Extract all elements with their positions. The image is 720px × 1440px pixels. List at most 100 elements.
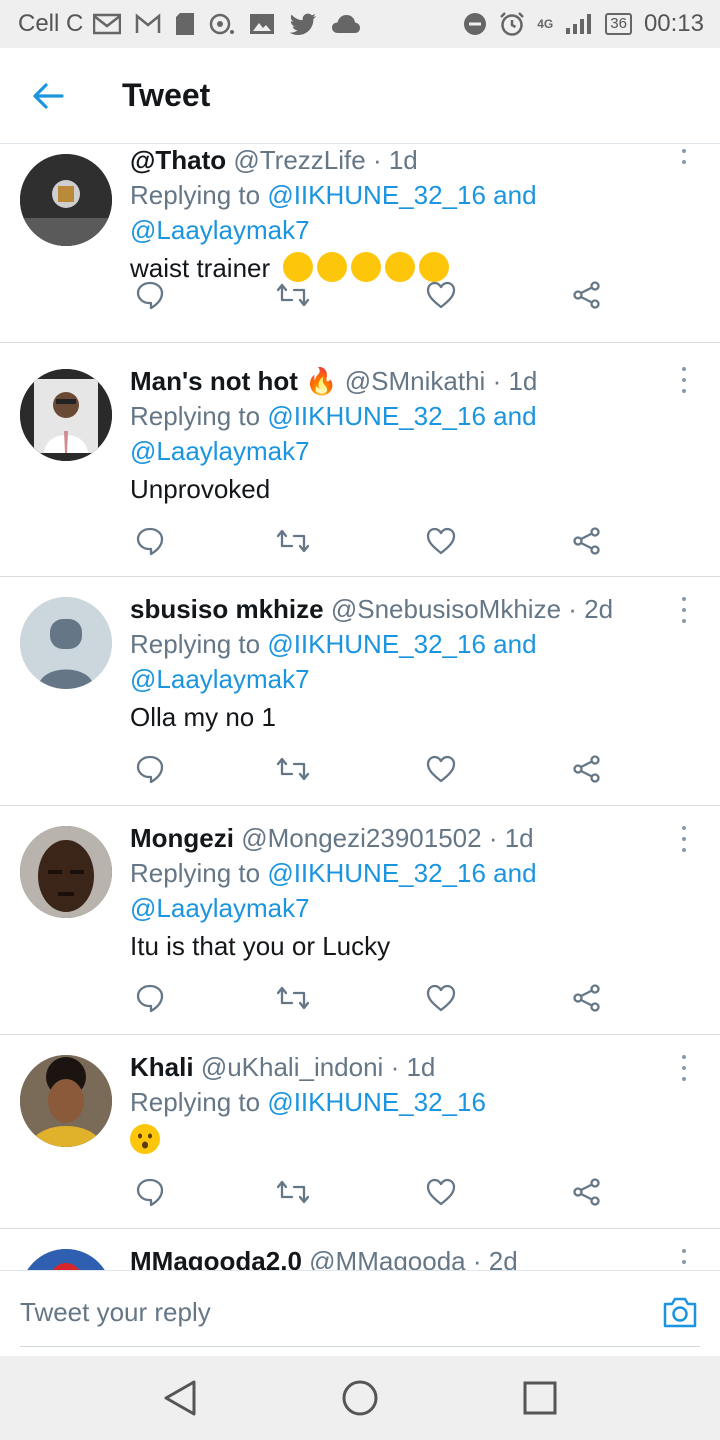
avatar[interactable] [20,154,112,246]
carrier-label: Cell C [18,10,84,37]
reply-button[interactable] [130,978,170,1018]
author-name[interactable]: sbusiso mkhize [130,594,324,624]
like-button[interactable] [421,521,461,561]
reply-input[interactable]: Tweet your reply [20,1297,211,1328]
replying-to: Replying to @IIKHUNE_32_16 and @Laaylaym… [130,627,680,697]
more-icon[interactable] [674,144,694,166]
status-bar: Cell C 4G 36 00:13 [0,0,720,48]
avatar-image [20,154,112,246]
reply-button[interactable] [130,1172,170,1212]
reply-icon [136,984,164,1013]
author-name[interactable]: Mongezi [130,823,234,853]
gallery-icon [250,14,275,34]
more-icon[interactable] [674,365,694,395]
tweet-actions [130,978,610,1018]
retweet-button[interactable] [273,1172,313,1212]
replying-to: Replying to @IIKHUNE_32_16 and @Laaylaym… [130,399,680,469]
avatar[interactable] [20,369,112,461]
nav-recents-button[interactable] [518,1376,562,1420]
reply-input-underline [20,1346,700,1347]
like-icon [426,1178,456,1206]
author-handle[interactable]: @SnebusisoMkhize [331,594,561,624]
app-bar: Tweet [0,48,720,144]
back-button[interactable] [0,48,96,144]
alarm-icon [500,12,525,36]
more-icon[interactable] [674,1053,694,1083]
author-handle[interactable]: @uKhali_indoni [201,1052,384,1082]
like-icon [426,755,456,783]
author-name[interactable]: MMagooda2.0 [130,1246,302,1270]
tweet-item[interactable]: sbusiso mkhize @SnebusisoMkhize · 2d Rep… [0,577,720,806]
tweet-item[interactable]: Khali @uKhali_indoni · 1d Replying to @I… [0,1035,720,1229]
tweet-time: · 2d [472,1246,518,1270]
reply-icon [136,755,164,784]
retweet-icon [276,529,310,553]
page-title: Tweet [122,77,211,113]
avatar[interactable] [20,1055,112,1147]
replies-feed[interactable]: @Thato @TrezzLife · 1d Replying to @IIKH… [0,144,720,1270]
avatar-image [20,1055,112,1147]
avatar[interactable] [20,826,112,918]
tweet-text: Itu is that you or Lucky [130,931,391,961]
replying-prefix: Replying to [130,180,268,210]
like-button[interactable] [421,275,461,315]
reply-button[interactable] [130,521,170,561]
reply-composer: Tweet your reply [0,1270,720,1356]
like-icon [426,281,456,309]
tweet-item[interactable]: MMagooda2.0 @MMagooda · 2d [0,1229,720,1270]
tweet-actions [130,1172,610,1212]
share-button[interactable] [567,521,607,561]
avatar-image [20,826,112,918]
reply-icon [136,527,164,556]
avatar[interactable] [20,597,112,689]
share-button[interactable] [567,275,607,315]
retweet-button[interactable] [273,978,313,1018]
author-handle[interactable]: @MMagooda [309,1246,465,1270]
share-icon [573,1178,600,1206]
share-icon [573,984,600,1012]
nav-back-icon [164,1380,196,1416]
tweet-actions [130,749,610,789]
author-handle[interactable]: @SMnikathi [345,366,486,396]
tweet-time: · 2d [568,594,614,624]
share-button[interactable] [567,978,607,1018]
share-button[interactable] [567,749,607,789]
retweet-button[interactable] [273,749,313,789]
reply-icon [136,281,164,310]
like-button[interactable] [421,1172,461,1212]
reply-button[interactable] [130,749,170,789]
more-icon[interactable] [674,1247,694,1270]
tweet-item[interactable]: @Thato @TrezzLife · 1d Replying to @IIKH… [0,144,720,343]
like-button[interactable] [421,978,461,1018]
tweet-item[interactable]: Man's not hot 🔥 @SMnikathi · 1d Replying… [0,343,720,577]
reply-icon [136,1178,164,1207]
author-handle[interactable]: @TrezzLife [233,145,365,175]
tweet-text: Unprovoked [130,474,271,504]
camera-button[interactable] [662,1295,698,1331]
replying-prefix: Replying to [130,629,268,659]
retweet-button[interactable] [273,275,313,315]
more-icon[interactable] [674,824,694,854]
tweet-time: · 1d [488,823,534,853]
more-icon[interactable] [674,595,694,625]
fire-emoji-icon: 🔥 [305,366,338,396]
avatar[interactable] [20,1249,112,1270]
reply-button[interactable] [130,275,170,315]
share-icon [573,527,600,555]
author-handle[interactable]: @Mongezi23901502 [241,823,481,853]
like-button[interactable] [421,749,461,789]
nav-home-button[interactable] [338,1376,382,1420]
author-name[interactable]: Khali [130,1052,194,1082]
nav-home-icon [342,1380,378,1416]
author-name[interactable]: @Thato [130,145,226,175]
tweet-time: · 1d [492,366,538,396]
share-button[interactable] [567,1172,607,1212]
default-avatar-icon [20,597,112,689]
nav-back-button[interactable] [158,1376,202,1420]
author-name[interactable]: Man's not hot [130,366,298,396]
replying-prefix: Replying to [130,858,268,888]
tweet-item[interactable]: Mongezi @Mongezi23901502 · 1d Replying t… [0,806,720,1035]
replying-mentions[interactable]: @IIKHUNE_32_16 [267,1087,486,1117]
tweet-text [130,1122,680,1158]
retweet-button[interactable] [273,521,313,561]
